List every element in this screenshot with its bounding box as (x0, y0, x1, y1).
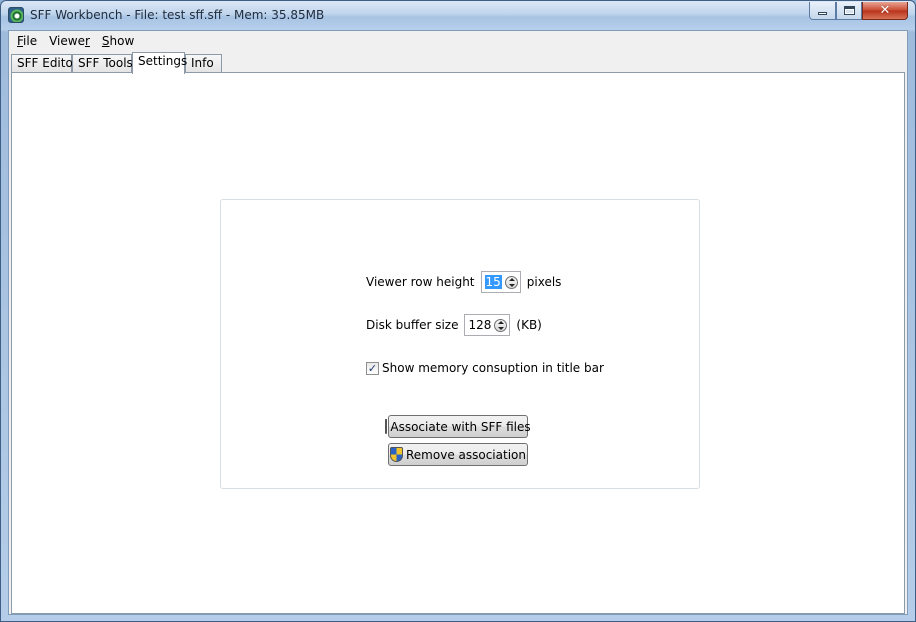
associate-button-label: Associate with SFF files (390, 419, 531, 434)
row-height-unit: pixels (526, 275, 562, 289)
client-area: File Viewer Show SFF Editor SFF Tools Se… (8, 30, 908, 615)
row-height-spin-arrows[interactable] (504, 273, 519, 291)
close-button[interactable]: ✕ (862, 2, 908, 20)
minimize-button[interactable] (809, 2, 836, 20)
minimize-icon (818, 12, 827, 15)
maximize-button[interactable] (836, 2, 862, 20)
tab-settings[interactable]: Settings (132, 52, 187, 74)
tab-strip: SFF Editor SFF Tools Settings Info (11, 52, 905, 74)
row-height-setting: Viewer row height 15 pixels (366, 271, 561, 293)
disk-buffer-label: Disk buffer size (366, 318, 459, 332)
uac-shield-icon (390, 447, 403, 462)
tab-info[interactable]: Info (185, 54, 222, 73)
tab-sff-editor[interactable]: SFF Editor (11, 54, 78, 73)
spin-arrows-icon[interactable] (504, 275, 518, 289)
disk-buffer-spin-arrows[interactable] (493, 316, 508, 334)
spin-arrows-icon[interactable] (494, 318, 508, 332)
tab-sff-tools[interactable]: SFF Tools (72, 54, 133, 73)
menu-show[interactable]: Show (96, 31, 140, 51)
restore-icon (843, 6, 855, 15)
app-icon[interactable] (8, 7, 24, 23)
window-title: SFF Workbench - File: test sff.sff - Mem… (30, 8, 325, 22)
remove-association-button[interactable]: Remove association (388, 443, 528, 466)
memory-checkbox[interactable]: ✓ (366, 361, 379, 375)
disk-buffer-spinner[interactable]: 128 (464, 314, 511, 336)
row-height-spinner[interactable]: 15 (480, 271, 521, 293)
uac-shield-icon (385, 419, 388, 434)
memory-setting: ✓ Show memory consuption in title bar (366, 361, 604, 375)
row-height-label: Viewer row height (366, 275, 475, 289)
memory-checkbox-label[interactable]: Show memory consuption in title bar (382, 361, 604, 375)
menu-viewer[interactable]: Viewer (43, 31, 96, 51)
associate-button[interactable]: Associate with SFF files (385, 415, 531, 438)
settings-panel: Viewer row height 15 pixels Disk buffer … (220, 199, 700, 489)
row-height-value[interactable]: 15 (482, 275, 504, 289)
remove-button-label: Remove association (406, 447, 526, 462)
disk-buffer-value[interactable]: 128 (465, 318, 493, 332)
checkmark-icon: ✓ (367, 361, 378, 375)
close-icon: ✕ (879, 3, 891, 18)
disk-buffer-unit: (KB) (516, 318, 542, 332)
disk-buffer-setting: Disk buffer size 128 (KB) (366, 314, 542, 336)
menu-bar: File Viewer Show (9, 31, 907, 51)
title-bar[interactable]: SFF Workbench - File: test sff.sff - Mem… (1, 1, 915, 30)
settings-page: Viewer row height 15 pixels Disk buffer … (11, 72, 905, 614)
app-window: SFF Workbench - File: test sff.sff - Mem… (0, 0, 916, 622)
menu-file[interactable]: File (11, 31, 43, 51)
